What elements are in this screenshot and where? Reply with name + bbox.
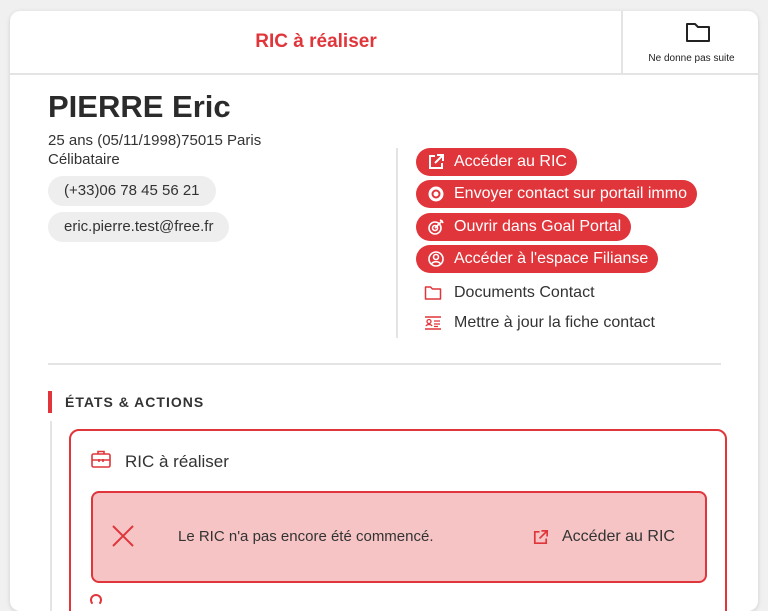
filianse-space-button[interactable]: Accéder à l'espace Filianse — [416, 245, 659, 273]
state-title: RIC à réaliser — [125, 452, 229, 471]
vertical-divider — [396, 148, 398, 338]
folder-icon — [424, 286, 442, 300]
email-pill[interactable]: eric.pierre.test@free.fr — [48, 212, 230, 242]
decline-label: Ne donne pas suite — [648, 53, 735, 64]
contact-name: PIERRE Eric — [48, 89, 231, 124]
filianse-space-label: Accéder à l'espace Filianse — [454, 250, 649, 267]
section-accent-bar — [48, 391, 52, 413]
decline-button[interactable]: Ne donne pas suite — [621, 11, 758, 73]
contact-card: RIC à réaliser Ne donne pas suite PIERRE… — [10, 11, 758, 611]
alert-link-label: Accéder au RIC — [562, 528, 675, 545]
section-title: ÉTATS & ACTIONS — [65, 394, 205, 410]
radio-dot-icon — [428, 186, 444, 202]
send-to-portal-button[interactable]: Envoyer contact sur portail immo — [416, 180, 697, 208]
alert-access-ric-link[interactable]: Accéder au RIC — [531, 525, 675, 549]
next-state-icon — [90, 594, 102, 606]
timeline-line — [50, 421, 52, 611]
status-alert: Le RIC n'a pas encore été commencé. Accé… — [91, 491, 707, 583]
contact-marital-status: Célibataire — [48, 151, 120, 168]
update-contact-label: Mettre à jour la fiche contact — [454, 314, 655, 331]
user-circle-icon — [428, 251, 444, 267]
update-contact-link[interactable]: Mettre à jour la fiche contact — [416, 311, 655, 335]
target-icon — [428, 219, 444, 235]
external-link-icon — [429, 154, 444, 169]
access-ric-label: Accéder au RIC — [454, 153, 567, 170]
phone-pill[interactable]: (+33)06 78 45 56 21 — [48, 176, 216, 206]
state-card: RIC à réaliser Le RIC n'a pas encore été… — [69, 429, 727, 611]
alert-message: Le RIC n'a pas encore été commencé. — [178, 528, 434, 545]
header: RIC à réaliser Ne donne pas suite — [10, 11, 758, 75]
goal-portal-button[interactable]: Ouvrir dans Goal Portal — [416, 213, 632, 241]
horizontal-divider — [48, 363, 721, 365]
documents-contact-link[interactable]: Documents Contact — [416, 281, 595, 305]
access-ric-button[interactable]: Accéder au RIC — [416, 148, 577, 176]
send-to-portal-label: Envoyer contact sur portail immo — [454, 185, 687, 202]
external-link-icon — [533, 529, 549, 545]
close-icon — [112, 525, 134, 547]
contact-age-location: 25 ans (05/11/1998)75015 Paris — [48, 132, 262, 149]
id-card-icon — [425, 316, 441, 330]
briefcase-icon — [91, 450, 111, 468]
folder-icon — [686, 23, 710, 42]
goal-portal-label: Ouvrir dans Goal Portal — [454, 218, 622, 235]
page-title: RIC à réaliser — [255, 31, 377, 52]
documents-contact-label: Documents Contact — [454, 284, 595, 301]
